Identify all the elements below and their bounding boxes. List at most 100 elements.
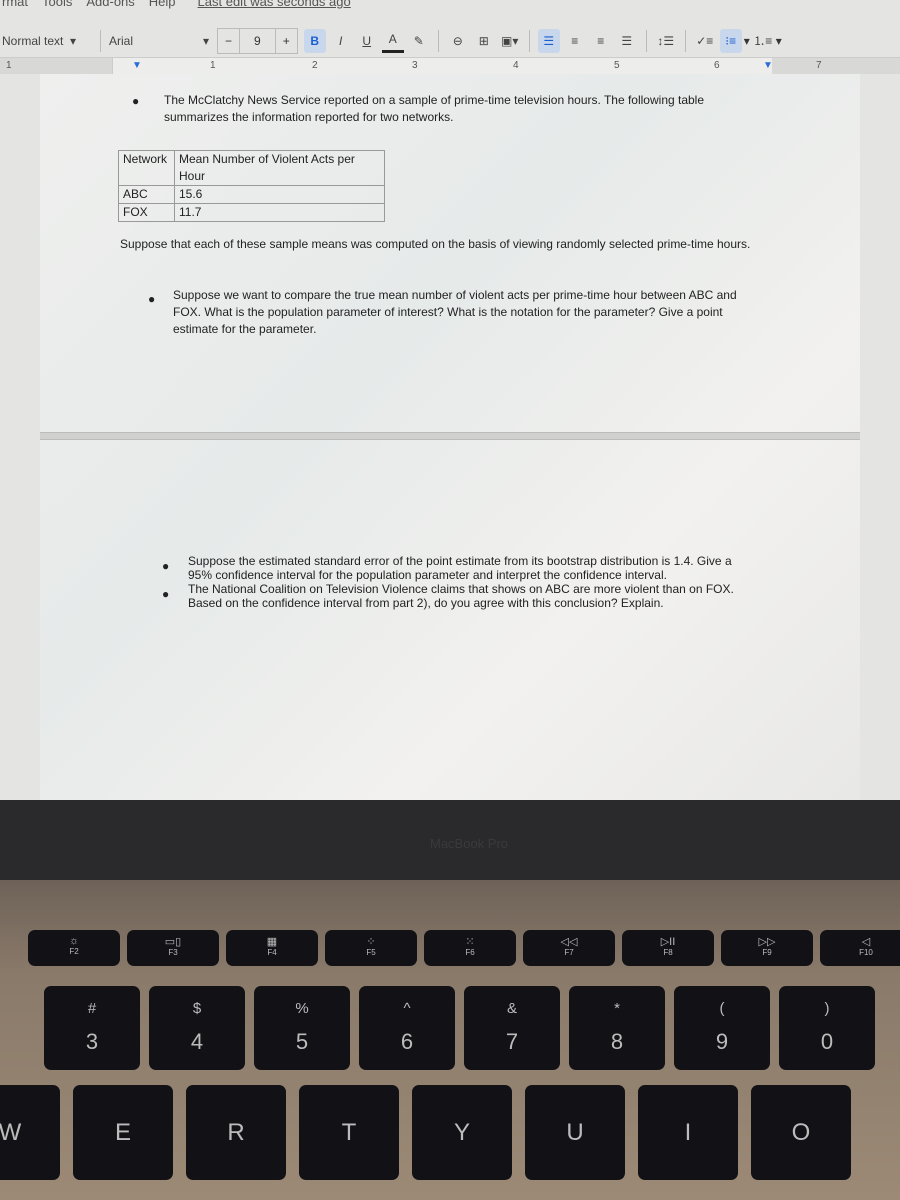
style-value: Normal text	[2, 33, 64, 48]
function-key[interactable]: ☼ F2	[28, 930, 120, 966]
menu-help[interactable]: Help	[149, 0, 176, 9]
ruler-mark: 2	[312, 60, 318, 71]
key-shift-label: %	[295, 1000, 309, 1017]
function-key[interactable]: ▷II F8	[622, 930, 714, 966]
underline-button[interactable]: U	[356, 29, 378, 53]
number-key[interactable]: * 8	[569, 986, 665, 1070]
table-header: Mean Number of Violent Acts per Hour	[174, 150, 385, 186]
letter-key[interactable]: Y	[412, 1085, 512, 1180]
screen: rmat Tools Add-ons Help Last edit was se…	[0, 0, 900, 800]
increase-font-button[interactable]: +	[276, 29, 297, 53]
key-glyph-icon: ⁙	[465, 936, 475, 948]
number-key[interactable]: ) 0	[779, 986, 875, 1070]
table-cell: 11.7	[174, 203, 385, 222]
number-key[interactable]: $4	[149, 986, 245, 1070]
checklist-icon[interactable]: ✓≡	[694, 29, 716, 53]
menu-tools[interactable]: Tools	[42, 0, 72, 9]
numbered-list-icon[interactable]: ⒈≡	[752, 29, 774, 53]
comment-icon[interactable]: ⊞	[473, 29, 495, 53]
menu-addons[interactable]: Add-ons	[86, 0, 134, 9]
image-icon[interactable]: ▣▾	[499, 29, 521, 53]
menu-format[interactable]: rmat	[2, 0, 28, 9]
right-indent-marker-icon[interactable]: ▼	[763, 60, 773, 71]
text-color-button[interactable]: A	[381, 29, 404, 53]
key-label: 5	[295, 1029, 309, 1054]
key-glyph-icon: ▦	[266, 936, 278, 948]
bullet-icon: ●	[162, 559, 170, 573]
divider	[437, 29, 439, 52]
ruler-mark: 5	[614, 60, 620, 71]
style-select[interactable]: Normal text ▾	[2, 29, 92, 53]
letter-key[interactable]: T	[299, 1085, 399, 1180]
key-label: F7	[564, 948, 574, 957]
laptop-bezel: MacBook Pro	[0, 800, 900, 880]
decrease-font-button[interactable]: −	[218, 28, 241, 53]
function-key[interactable]: ◁ F10	[820, 930, 900, 966]
key-label: 3	[85, 1029, 99, 1054]
function-key[interactable]: ◁◁ F7	[523, 930, 615, 966]
ruler-mark: 6	[714, 60, 720, 71]
font-select[interactable]: Arial ▾	[109, 29, 209, 53]
key-label: F2	[69, 947, 79, 956]
ruler-mark: 7	[816, 60, 822, 71]
number-key[interactable]: ^ 6	[359, 986, 455, 1070]
font-size-control: − 9 +	[217, 27, 298, 54]
justify-icon[interactable]: ☰	[616, 29, 638, 53]
last-edit-link[interactable]: Last edit was seconds ago	[198, 0, 351, 9]
align-center-icon[interactable]: ≡	[564, 29, 586, 53]
toolbar: Normal text ▾ Arial ▾ − 9 + B I U A ✎ ⊖ ⊞…	[0, 24, 900, 58]
letter-key[interactable]: E	[73, 1085, 173, 1180]
line-spacing-icon[interactable]: ↕☰	[655, 29, 677, 53]
function-key[interactable]: ▦ F4	[226, 930, 318, 966]
indent-marker-icon[interactable]: ▼	[132, 60, 142, 71]
key-glyph-icon: ▷II	[660, 936, 676, 948]
key-shift-label: #	[87, 1000, 97, 1017]
key-label: 8	[610, 1029, 624, 1054]
key-label: 6	[400, 1029, 414, 1054]
link-icon[interactable]: ⊖	[447, 29, 469, 53]
ruler-mark: 1	[6, 60, 12, 71]
italic-button[interactable]: I	[330, 29, 352, 53]
align-right-icon[interactable]: ≡	[590, 29, 612, 53]
key-label: F4	[267, 948, 277, 957]
key-shift-label: $	[192, 1000, 202, 1017]
question-1: Suppose we want to compare the true mean…	[173, 288, 737, 336]
ruler[interactable]: 1 ▼ 1 2 3 4 5 6 ▼ 7	[0, 58, 900, 74]
letter-key[interactable]: R	[186, 1085, 286, 1180]
bold-button[interactable]: B	[303, 28, 326, 53]
key-label: F5	[366, 948, 376, 957]
letter-key[interactable]: O	[751, 1085, 851, 1180]
ruler-mark: 3	[412, 60, 418, 71]
highlight-icon[interactable]: ✎	[408, 29, 430, 53]
bullet-icon: ●	[148, 292, 156, 306]
function-key[interactable]: ▷▷ F9	[721, 930, 813, 966]
table-header: Network	[118, 150, 175, 186]
key-glyph-icon: ☼	[68, 935, 80, 947]
function-key[interactable]: ⁘ F5	[325, 930, 417, 966]
table-cell: 15.6	[174, 185, 385, 204]
menu-bar: rmat Tools Add-ons Help Last edit was se…	[0, 0, 351, 9]
letter-key[interactable]: U	[525, 1085, 625, 1180]
font-size-input[interactable]: 9	[240, 28, 276, 53]
letter-key[interactable]: I	[638, 1085, 738, 1180]
bulleted-list-icon[interactable]: ⁝≡	[719, 28, 742, 53]
key-glyph-icon: ◁◁	[560, 936, 578, 948]
table-cell: ABC	[118, 185, 175, 204]
number-key[interactable]: & 7	[464, 986, 560, 1070]
function-key[interactable]: ⁙ F6	[424, 930, 516, 966]
paragraph-intro: The McClatchy News Service reported on a…	[164, 93, 705, 124]
question-2: Suppose the estimated standard error of …	[188, 554, 732, 582]
key-shift-label: )	[824, 1000, 830, 1017]
table-row: FOX 11.7	[118, 203, 385, 222]
key-label: F3	[168, 948, 178, 957]
align-left-icon[interactable]: ☰	[537, 28, 560, 53]
function-key[interactable]: ▭▯ F3	[127, 930, 219, 966]
number-key[interactable]: (9	[674, 986, 770, 1070]
letter-key[interactable]: W	[0, 1085, 60, 1180]
number-key[interactable]: #3	[44, 986, 140, 1070]
key-label: 7	[505, 1029, 519, 1054]
document-page[interactable]: ● The McClatchy News Service reported on…	[40, 74, 860, 800]
key-glyph-icon: ▷▷	[758, 936, 776, 948]
number-key[interactable]: % 5	[254, 986, 350, 1070]
key-glyph-icon: ⁘	[366, 936, 376, 948]
